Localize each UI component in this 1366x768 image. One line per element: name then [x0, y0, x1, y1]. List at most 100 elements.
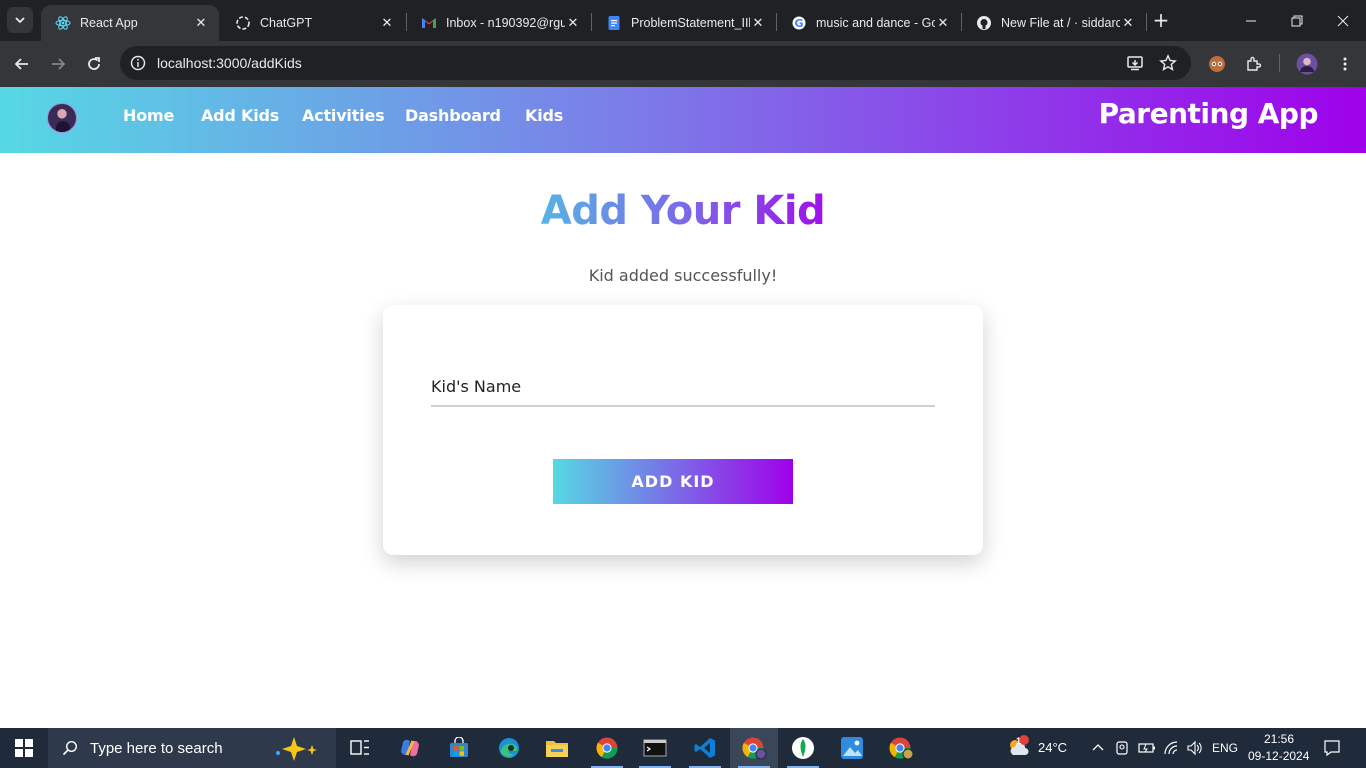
new-tab-button[interactable]: + [1150, 9, 1172, 31]
edge-icon [499, 738, 519, 758]
close-icon[interactable]: ✕ [193, 15, 209, 31]
react-icon [55, 15, 71, 31]
copilot-icon [401, 739, 419, 757]
add-kid-form: ADD KID [383, 305, 983, 555]
minimize-icon [1246, 20, 1256, 21]
app-brand: Parenting App [1098, 97, 1319, 130]
chevron-down-icon [15, 17, 25, 24]
nav-link-dashboard[interactable]: Dashboard [405, 106, 501, 125]
copilot-sparkle-icon [276, 737, 317, 761]
forward-button[interactable] [44, 50, 72, 78]
wifi-icon[interactable] [1162, 738, 1182, 758]
nav-link-add-kids[interactable]: Add Kids [201, 106, 279, 125]
volume-icon[interactable] [1185, 738, 1205, 758]
tab-title: ChatGPT [260, 16, 313, 30]
tab-separator [1146, 13, 1147, 31]
close-icon[interactable]: ✕ [750, 15, 766, 31]
close-icon[interactable]: ✕ [1120, 15, 1136, 31]
gmail-icon [421, 15, 437, 31]
windows-logo-icon [15, 739, 33, 757]
arrow-left-icon [14, 58, 28, 70]
taskbar-app-vscode[interactable] [681, 728, 729, 768]
add-kid-button[interactable]: ADD KID [553, 459, 793, 504]
mongodb-icon [792, 737, 814, 759]
chrome-icon [596, 737, 618, 759]
user-avatar[interactable] [47, 103, 77, 133]
nav-link-activities[interactable]: Activities [302, 106, 385, 125]
reload-icon [88, 57, 100, 70]
meet-now-icon[interactable] [1112, 738, 1132, 758]
tab-github[interactable]: New File at / · siddarc ✕ [962, 5, 1146, 41]
address-bar[interactable]: localhost:3000/addKids [120, 46, 1191, 80]
close-icon[interactable]: ✕ [379, 15, 395, 31]
search-icon [62, 740, 78, 756]
weather-badge: 1 [1016, 736, 1022, 746]
url-text: localhost:3000/addKids [157, 55, 302, 71]
taskbar-app-chrome-alt[interactable] [877, 728, 925, 768]
more-menu-icon[interactable] [1333, 52, 1357, 76]
nav-link-kids[interactable]: Kids [525, 106, 563, 125]
clock-time[interactable]: 21:56 [1264, 732, 1294, 746]
input-language[interactable]: ENG [1212, 741, 1238, 755]
taskbar-search[interactable]: Type here to search [48, 728, 336, 768]
start-button[interactable] [0, 728, 48, 768]
arrow-right-icon [52, 58, 66, 70]
photos-icon [841, 737, 863, 759]
task-view-icon [350, 740, 369, 755]
close-icon [1337, 15, 1349, 26]
vscode-icon [694, 738, 715, 758]
restore-icon [1291, 15, 1303, 26]
notification-icon[interactable] [1322, 738, 1342, 758]
task-view-button[interactable] [336, 728, 384, 768]
clock-date[interactable]: 09-12-2024 [1248, 749, 1309, 763]
minimize-button[interactable] [1228, 0, 1274, 41]
incognito-extension-icon[interactable] [1205, 52, 1229, 76]
tab-google-docs[interactable]: ProblemStatement_IIl ✕ [592, 5, 776, 41]
close-window-button[interactable] [1320, 0, 1366, 41]
app-navbar: Home Add Kids Activities Dashboard Kids … [0, 87, 1366, 153]
tab-gmail[interactable]: Inbox - n190392@rgu ✕ [407, 5, 591, 41]
taskbar-app-mongodb[interactable] [779, 728, 827, 768]
chrome-profile-icon [742, 737, 767, 760]
taskbar-app-edge[interactable] [485, 728, 533, 768]
kid-name-input[interactable] [431, 367, 935, 407]
tab-title: New File at / · siddarc [1001, 16, 1120, 30]
folder-icon [546, 741, 568, 757]
restore-button[interactable] [1274, 0, 1320, 41]
taskbar-app-chrome[interactable] [583, 728, 631, 768]
battery-icon[interactable] [1137, 738, 1157, 758]
search-placeholder: Type here to search [90, 739, 223, 757]
install-app-icon[interactable] [1125, 53, 1145, 73]
browser-tab-strip: React App ✕ ChatGPT ✕ Inbox - n190392@rg… [0, 0, 1366, 41]
weather-temperature[interactable]: 24°C [1038, 740, 1067, 755]
windows-taskbar: Type here to search 1 24°C ENG 21:56 09-… [0, 728, 1366, 768]
taskbar-app-copilot[interactable] [386, 728, 434, 768]
nav-link-home[interactable]: Home [123, 106, 174, 125]
github-icon [976, 15, 992, 31]
taskbar-app-file-explorer[interactable] [533, 728, 581, 768]
taskbar-app-chrome-profile[interactable] [730, 728, 778, 768]
browser-toolbar: localhost:3000/addKids [0, 41, 1366, 87]
tab-chatgpt[interactable]: ChatGPT ✕ [221, 5, 405, 41]
taskbar-app-store[interactable] [435, 728, 483, 768]
close-icon[interactable]: ✕ [565, 15, 581, 31]
reload-button[interactable] [80, 50, 108, 78]
tab-search-button[interactable] [7, 7, 33, 33]
tab-react-app[interactable]: React App ✕ [41, 5, 219, 41]
svg-text:G: G [794, 17, 803, 30]
tab-title: React App [80, 16, 138, 30]
store-icon [450, 737, 468, 757]
site-info-icon[interactable] [128, 53, 148, 73]
tab-google-search[interactable]: G music and dance - Go ✕ [777, 5, 961, 41]
tab-title: Inbox - n190392@rgu [446, 16, 565, 30]
tab-title: music and dance - Go [816, 16, 935, 30]
page-title: Add Your Kid [0, 188, 1366, 234]
star-icon[interactable] [1158, 53, 1178, 73]
profile-avatar[interactable] [1295, 52, 1319, 76]
taskbar-app-photos[interactable] [828, 728, 876, 768]
taskbar-app-terminal[interactable] [631, 728, 679, 768]
chevron-up-icon[interactable] [1088, 738, 1108, 758]
close-icon[interactable]: ✕ [935, 15, 951, 31]
extensions-icon[interactable] [1242, 52, 1266, 76]
back-button[interactable] [8, 50, 36, 78]
